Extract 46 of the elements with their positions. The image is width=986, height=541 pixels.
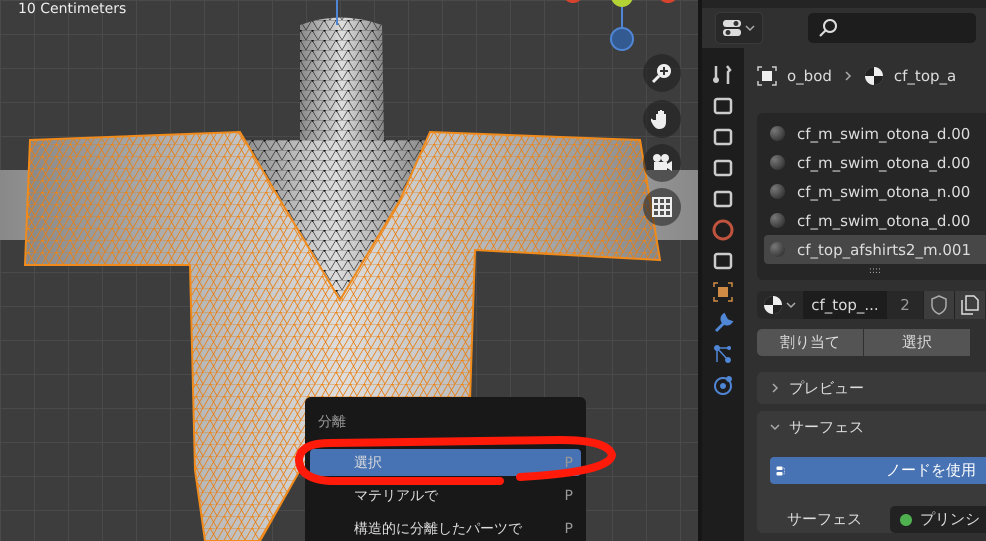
surface-shader-field[interactable]: プリンシ bbox=[890, 506, 986, 533]
menu-item[interactable]: 選択 P bbox=[310, 449, 581, 476]
breadcrumb-item: cf_top_a bbox=[894, 67, 956, 85]
object-icon[interactable] bbox=[712, 281, 734, 303]
material-icon bbox=[864, 66, 884, 86]
viewport[interactable]: 10 Centimeters 分離 選択 P マテリアルで P 構造的に分離したパーツで P bbox=[0, 0, 698, 541]
sphere-icon bbox=[770, 213, 785, 228]
search-icon bbox=[818, 18, 838, 38]
resize-grip[interactable]: :::: bbox=[764, 264, 986, 278]
user-count: 2 bbox=[899, 296, 911, 314]
shield-icon[interactable] bbox=[923, 291, 954, 319]
editor-type-button[interactable] bbox=[715, 12, 763, 44]
wrench-icon[interactable] bbox=[712, 312, 734, 334]
breadcrumb-item: o_bod bbox=[787, 67, 832, 85]
menu-title: 分離 bbox=[317, 413, 347, 432]
menu-item[interactable]: マテリアルで P bbox=[310, 482, 581, 509]
zoom-icon[interactable] bbox=[643, 54, 681, 92]
object-icon bbox=[757, 66, 777, 86]
material-slot[interactable]: cf_m_swim_otona_d.00 bbox=[764, 119, 986, 148]
panel-header[interactable]: サーフェス bbox=[757, 411, 986, 443]
panel-header[interactable]: プレビュー bbox=[757, 372, 986, 404]
particles-icon[interactable] bbox=[712, 343, 734, 365]
search-field[interactable] bbox=[808, 13, 976, 43]
material-slot[interactable]: cf_top_afshirts2_m.001 bbox=[764, 235, 986, 264]
hand-icon[interactable] bbox=[643, 100, 681, 138]
orbit-icon[interactable] bbox=[712, 374, 734, 396]
menu-item[interactable]: 構造的に分離したパーツで P bbox=[310, 515, 581, 541]
material-slot[interactable]: cf_m_swim_otona_d.00 bbox=[764, 148, 986, 177]
material-icon bbox=[763, 295, 783, 315]
use-nodes-button[interactable]: ノードを使用 bbox=[770, 457, 986, 484]
axis-line bbox=[336, 0, 338, 25]
sphere-icon bbox=[770, 242, 785, 257]
surface-label: サーフェス bbox=[787, 510, 862, 529]
sphere-icon bbox=[770, 126, 785, 141]
material-name-field[interactable]: cf_top_... bbox=[803, 291, 887, 319]
action-button[interactable]: 選択 bbox=[864, 329, 970, 356]
scale-label: 10 Centimeters bbox=[18, 1, 126, 17]
action-button[interactable]: 割り当て bbox=[757, 329, 863, 356]
material-slot[interactable]: cf_m_swim_otona_d.00 bbox=[764, 206, 986, 235]
material-slot[interactable]: cf_m_swim_otona_n.00 bbox=[764, 177, 986, 206]
sphere-icon bbox=[770, 184, 785, 199]
toggle-icon bbox=[722, 18, 742, 38]
sphere-icon bbox=[770, 155, 785, 170]
copy-icon[interactable] bbox=[954, 291, 985, 319]
socket-icon bbox=[900, 514, 912, 526]
grid-icon[interactable] bbox=[643, 188, 681, 226]
